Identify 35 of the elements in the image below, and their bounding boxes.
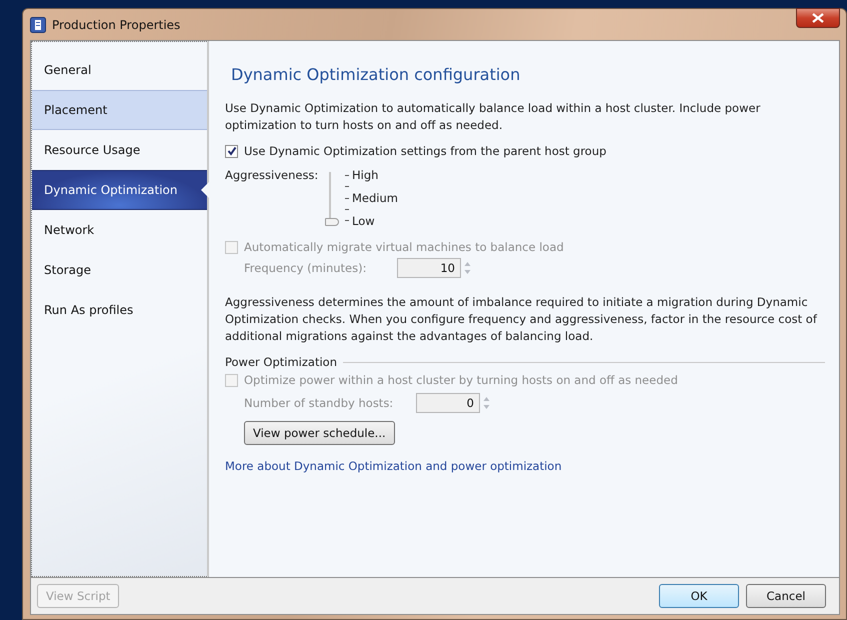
pointer-icon (201, 182, 209, 198)
slider-tick-label: Medium (352, 191, 398, 205)
app-icon (30, 16, 46, 32)
sidebar-item[interactable]: Dynamic Optimization (32, 170, 207, 210)
sidebar-item[interactable]: General (32, 50, 207, 90)
tick-mark (345, 220, 349, 222)
checkbox-label[interactable]: Use Dynamic Optimization settings from the parent host group (244, 144, 606, 158)
field-label: Number of standby hosts: (244, 396, 394, 410)
explanation-text: Aggressiveness determines the amount of imbalance required to initiate a migration during Dynamic Optimization checks. When you configure frequency and aggressiveness, factor in the resource cost of additional migrations against the advantages of balancing load. (225, 294, 818, 345)
sidebar-item[interactable]: Resource Usage (32, 130, 207, 170)
field-label: Frequency (minutes): (244, 261, 368, 275)
group-title: Power Optimization (225, 355, 337, 369)
footer-button[interactable]: Cancel (746, 584, 826, 608)
slider-tick-label: High (352, 168, 378, 182)
sidebar-item[interactable]: Storage (32, 250, 207, 290)
close-button[interactable] (796, 8, 840, 28)
sidebar-item[interactable]: Placement (32, 90, 207, 130)
slider-label: Aggressiveness: (225, 168, 320, 184)
sidebar-item[interactable]: Network (32, 210, 207, 250)
slider-tick-label: Low (352, 214, 375, 228)
description-text: Use Dynamic Optimization to automatically balance load within a host cluster. Include power optimization to turn hosts on and off as needed. (225, 100, 762, 134)
spinner-icon[interactable] (483, 395, 490, 411)
sidebar-item[interactable]: Run As profiles (32, 290, 207, 330)
window-title: Production Properties (52, 18, 180, 32)
footer-button[interactable]: OK (659, 584, 739, 608)
slider-thumb[interactable] (325, 218, 339, 226)
spinner-icon[interactable] (464, 260, 471, 276)
tick-mark (345, 186, 349, 188)
help-link[interactable]: More about Dynamic Optimization and power optimization (225, 459, 562, 473)
checkbox[interactable] (225, 144, 238, 158)
section-heading: Dynamic Optimization configuration (231, 65, 522, 84)
tick-mark (345, 174, 349, 176)
close-icon (812, 13, 824, 23)
schedule-button[interactable]: View power schedule... (244, 421, 395, 445)
tick-mark (345, 208, 349, 210)
